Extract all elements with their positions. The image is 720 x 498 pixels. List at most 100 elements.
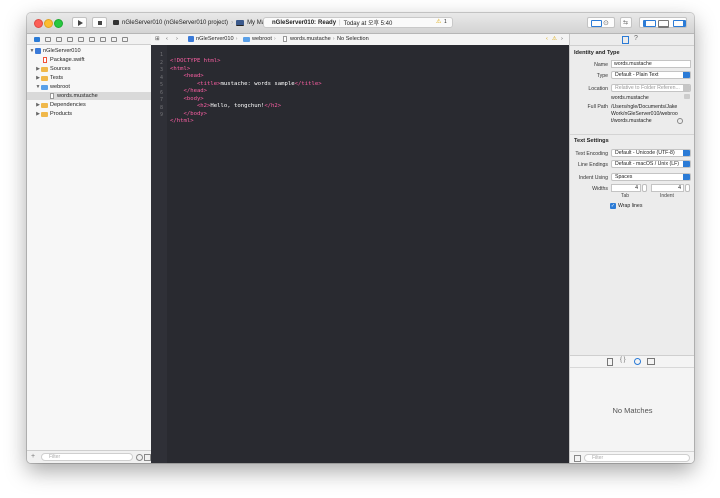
code-line: 9 </html>: [151, 106, 569, 124]
navigator-filter-input[interactable]: Filter: [41, 453, 133, 461]
forward-icon[interactable]: ›: [176, 36, 178, 42]
wrap-lines-checkbox[interactable]: ✓: [610, 203, 616, 209]
library-tabs: { }: [570, 356, 694, 368]
choose-folder-icon[interactable]: [684, 94, 690, 99]
scheme-label: nGleServer010 (nGleServer010 project): [122, 19, 229, 26]
version-editor-button[interactable]: ⇆: [620, 17, 632, 28]
scheme-selector[interactable]: nGleServer010 (nGleServer010 project) › …: [113, 18, 268, 27]
chevron-right-icon: ›: [332, 36, 335, 42]
indent-width-field[interactable]: 4: [651, 184, 684, 192]
tab-width-field[interactable]: 4: [611, 184, 641, 192]
status-state: Ready: [318, 19, 337, 26]
debug-navigator-icon[interactable]: [100, 36, 106, 42]
reveal-in-finder-icon[interactable]: [677, 118, 683, 124]
library-filter-bar: Filter: [570, 451, 694, 463]
tree-item-sources[interactable]: ▶ Sources: [35, 65, 70, 73]
indent-using-popup[interactable]: Spaces: [611, 173, 691, 181]
version-editor-icon: ⇆: [623, 20, 629, 26]
tab-width-stepper[interactable]: [642, 184, 647, 192]
grid-view-icon[interactable]: [574, 455, 581, 462]
breadcrumb-file[interactable]: words.mustache ›: [283, 36, 335, 42]
tree-item-products[interactable]: ▶ Products: [35, 110, 72, 118]
breadcrumb-label: webroot: [252, 36, 272, 42]
text-encoding-label: Text Encoding: [575, 151, 608, 157]
source-control-navigator-icon[interactable]: [45, 36, 51, 42]
popup-arrows-icon: [683, 150, 690, 156]
navigator-panel-icon[interactable]: [643, 20, 656, 27]
type-popup[interactable]: Default - Plain Text: [611, 71, 691, 79]
media-library-icon[interactable]: [647, 358, 655, 365]
tree-item-tests[interactable]: ▶ Tests: [35, 74, 63, 82]
stop-button[interactable]: [92, 17, 107, 28]
code-line: 4 <title>mustache: words sample</title>: [151, 69, 569, 87]
line-number: 9: [159, 112, 163, 118]
line-endings-popup[interactable]: Default - macOS / Unix (LF): [611, 160, 691, 168]
text-encoding-popup[interactable]: Default - Unicode (UTF-8): [611, 149, 691, 157]
navigator-filter-bar: + Filter: [27, 450, 151, 463]
folder-icon: [41, 102, 48, 108]
object-library-icon[interactable]: [634, 358, 641, 365]
library-filter-input[interactable]: Filter: [584, 454, 690, 462]
indent-using-value: Spaces: [615, 174, 633, 180]
chevron-right-icon: ›: [231, 19, 234, 26]
tree-item-dependencies[interactable]: ▶ Dependencies: [35, 101, 86, 109]
tree-item-project[interactable]: ▼ nGleServer010: [29, 47, 81, 55]
no-matches-label: No Matches: [612, 406, 653, 415]
warning-icon[interactable]: ⚠: [436, 18, 441, 25]
code-snippet-library-icon[interactable]: { }: [620, 357, 626, 363]
text-encoding-value: Default - Unicode (UTF-8): [615, 150, 675, 156]
issue-prev-icon[interactable]: ‹: [546, 36, 548, 42]
back-icon[interactable]: ‹: [166, 36, 168, 42]
assistant-editor-icon[interactable]: ⊙: [603, 19, 609, 27]
code-text: </html>: [170, 118, 194, 124]
tree-item-label: Package.swift: [50, 57, 85, 63]
breadcrumb-selection[interactable]: No Selection: [337, 36, 369, 42]
close-window-button[interactable]: [34, 19, 43, 28]
report-navigator-icon[interactable]: [122, 36, 128, 42]
code-line: 6 <body>: [151, 84, 569, 102]
wrap-lines-label: Wrap lines: [618, 203, 643, 209]
file-template-library-icon[interactable]: [607, 358, 613, 366]
tree-item-webroot[interactable]: ▼ webroot: [35, 83, 70, 91]
panel-toggle-segment[interactable]: [639, 17, 687, 28]
project-icon: [188, 36, 194, 42]
add-icon[interactable]: +: [31, 453, 35, 460]
issue-warning-icon[interactable]: ⚠: [552, 36, 557, 42]
file-icon: [283, 36, 287, 42]
project-navigator-icon[interactable]: [34, 36, 40, 42]
location-popup[interactable]: Relative to Folder Referen...: [611, 84, 691, 92]
file-inspector-icon[interactable]: [622, 36, 629, 44]
mac-icon: [236, 19, 245, 26]
name-field[interactable]: words.mustache: [611, 60, 691, 68]
issue-next-icon[interactable]: ›: [561, 36, 563, 42]
indent-label: Indent: [660, 193, 674, 199]
full-path-value: /Users/ngle/Documents/JakeWork/nGleServe…: [611, 104, 678, 124]
find-navigator-icon[interactable]: [67, 36, 73, 42]
warning-count: 1: [444, 19, 447, 25]
standard-editor-icon[interactable]: [591, 20, 602, 27]
utilities-panel-icon[interactable]: [673, 20, 686, 27]
activity-view: nGleServer010: Ready | Today at 오후 5:40: [263, 17, 453, 28]
editor-mode-segment[interactable]: ⊙: [587, 17, 615, 28]
related-items-icon[interactable]: ⊞: [155, 36, 160, 42]
source-editor[interactable]: 1 <!DOCTYPE html> 2 <html> 3 <head> 4 <t…: [151, 45, 569, 463]
debug-panel-icon[interactable]: [658, 20, 669, 28]
recent-files-icon[interactable]: [136, 454, 143, 461]
symbol-navigator-icon[interactable]: [56, 36, 62, 42]
quick-help-icon[interactable]: ?: [634, 35, 638, 42]
run-button[interactable]: [72, 17, 87, 28]
code-line: 7 <h2>Hello, tongchun!</h2>: [151, 91, 569, 109]
tree-item-words-mustache[interactable]: words.mustache: [27, 92, 151, 100]
source-control-filter-icon[interactable]: [144, 454, 151, 461]
breadcrumb-project[interactable]: nGleServer010 ›: [188, 36, 238, 42]
minimize-window-button[interactable]: [44, 19, 53, 28]
breakpoint-navigator-icon[interactable]: [111, 36, 117, 42]
indent-width-stepper[interactable]: [685, 184, 690, 192]
breadcrumb-webroot[interactable]: webroot ›: [243, 36, 276, 42]
file-icon: [50, 93, 54, 99]
zoom-window-button[interactable]: [54, 19, 63, 28]
tree-item-package-swift[interactable]: Package.swift: [43, 56, 85, 64]
folder-icon: [41, 111, 48, 117]
test-navigator-icon[interactable]: [89, 36, 95, 42]
issue-navigator-icon[interactable]: [78, 36, 84, 42]
